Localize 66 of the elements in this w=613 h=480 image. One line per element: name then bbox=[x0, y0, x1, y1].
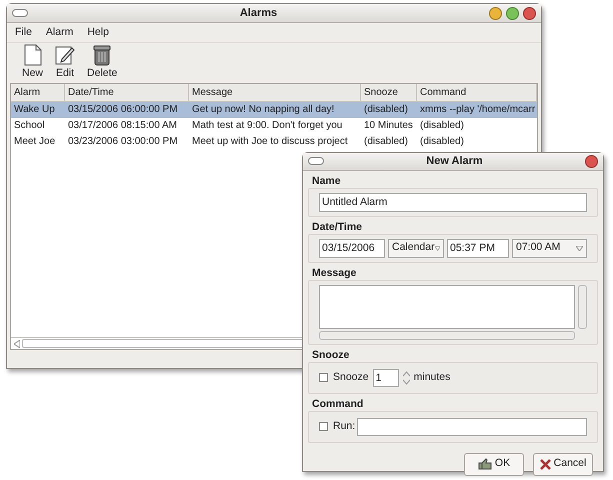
caret-icon bbox=[576, 246, 583, 250]
horizontal-scrollbar[interactable] bbox=[319, 330, 575, 340]
table-cell-text: School bbox=[13, 119, 46, 133]
maximize-icon[interactable] bbox=[506, 6, 519, 20]
window-title: New Alarm bbox=[425, 154, 484, 169]
section-heading: Message bbox=[311, 266, 358, 280]
column-header[interactable]: Snooze bbox=[361, 84, 417, 102]
section-heading: Name bbox=[311, 174, 342, 188]
x-mark-icon bbox=[540, 458, 551, 470]
checkbox-label: Run: bbox=[333, 418, 356, 434]
table-cell-text: (disabled) bbox=[363, 135, 409, 149]
spin-arrows-icon[interactable] bbox=[402, 370, 410, 384]
toolbar-button[interactable]: Edit bbox=[52, 44, 78, 82]
table-cell-text: Get up now! No napping all day! bbox=[191, 103, 336, 117]
section-heading: Snooze bbox=[311, 348, 350, 362]
menu-item[interactable]: Alarm bbox=[46, 24, 74, 40]
table-cell-text: (disabled) bbox=[363, 103, 409, 117]
close-icon[interactable] bbox=[523, 6, 536, 20]
table-cell-text: 10 Minutes bbox=[363, 119, 414, 133]
dialog-button[interactable]: OK bbox=[464, 452, 524, 476]
close-icon[interactable] bbox=[585, 154, 598, 168]
left-arrow-icon[interactable] bbox=[14, 340, 20, 348]
table-cell-text: (disabled) bbox=[419, 119, 465, 133]
table-cell-text: Meet up with Joe to discuss project bbox=[191, 135, 349, 149]
table-row[interactable]: Wake Up 03/15/2006 06:00:00 PM Get up now! No napping all day! (disabled) xmms --play '/home/mcarr bbox=[11, 102, 537, 118]
column-header[interactable]: Message bbox=[189, 84, 361, 102]
toolbar-button[interactable]: New bbox=[19, 44, 46, 82]
window-title: Alarms bbox=[238, 6, 278, 21]
vertical-scrollbar[interactable] bbox=[578, 284, 587, 328]
caret-icon bbox=[434, 246, 440, 250]
table-cell-text: 03/17/2006 08:15:00 AM bbox=[67, 119, 178, 133]
window-menu-icon[interactable] bbox=[12, 9, 28, 17]
minimize-icon[interactable] bbox=[489, 6, 502, 20]
table-cell-text: Wake Up bbox=[13, 103, 56, 117]
unit-label: minutes bbox=[414, 370, 450, 385]
dropdown[interactable]: 07:00 AM bbox=[512, 238, 587, 258]
message-field[interactable] bbox=[319, 284, 575, 328]
table-cell-text: Meet Joe bbox=[13, 135, 56, 149]
time-field[interactable]: 05:37 PM bbox=[447, 238, 509, 258]
checkbox-label: Snooze bbox=[333, 370, 369, 385]
date-field[interactable]: 03/15/2006 bbox=[319, 238, 385, 258]
checkbox[interactable] bbox=[319, 373, 328, 382]
toolbar-button[interactable]: Delete bbox=[84, 44, 120, 82]
table-cell-text: 03/23/2006 03:00:00 PM bbox=[67, 135, 179, 149]
snooze-minutes-field[interactable]: 1 bbox=[372, 368, 399, 386]
checkbox[interactable] bbox=[319, 422, 328, 431]
blank-page-icon bbox=[24, 44, 42, 66]
dialog-button[interactable]: Cancel bbox=[533, 452, 593, 476]
thumbs-up-icon bbox=[478, 458, 492, 470]
column-header[interactable]: Date/Time bbox=[65, 84, 189, 102]
table-cell-text: 03/15/2006 06:00:00 PM bbox=[67, 103, 179, 117]
table-cell-text: xmms --play '/home/mcarr bbox=[419, 103, 536, 117]
section-heading: Command bbox=[311, 396, 364, 410]
command-field[interactable] bbox=[357, 418, 587, 436]
menu-item[interactable]: Help bbox=[87, 24, 109, 40]
table-cell-text: Math test at 9:00. Don't forget you bbox=[191, 119, 344, 133]
section-heading: Date/Time bbox=[311, 220, 363, 234]
page-pencil-icon bbox=[55, 44, 76, 66]
trash-can-icon bbox=[93, 44, 112, 66]
name-field[interactable]: Untitled Alarm bbox=[319, 192, 587, 212]
column-header[interactable]: Command bbox=[417, 84, 537, 102]
window-menu-icon[interactable] bbox=[308, 157, 324, 166]
column-header[interactable]: Alarm bbox=[11, 84, 65, 102]
menu-item[interactable]: File bbox=[15, 24, 32, 40]
table-cell-text: (disabled) bbox=[419, 135, 465, 149]
dropdown[interactable]: Calendar bbox=[388, 238, 444, 258]
